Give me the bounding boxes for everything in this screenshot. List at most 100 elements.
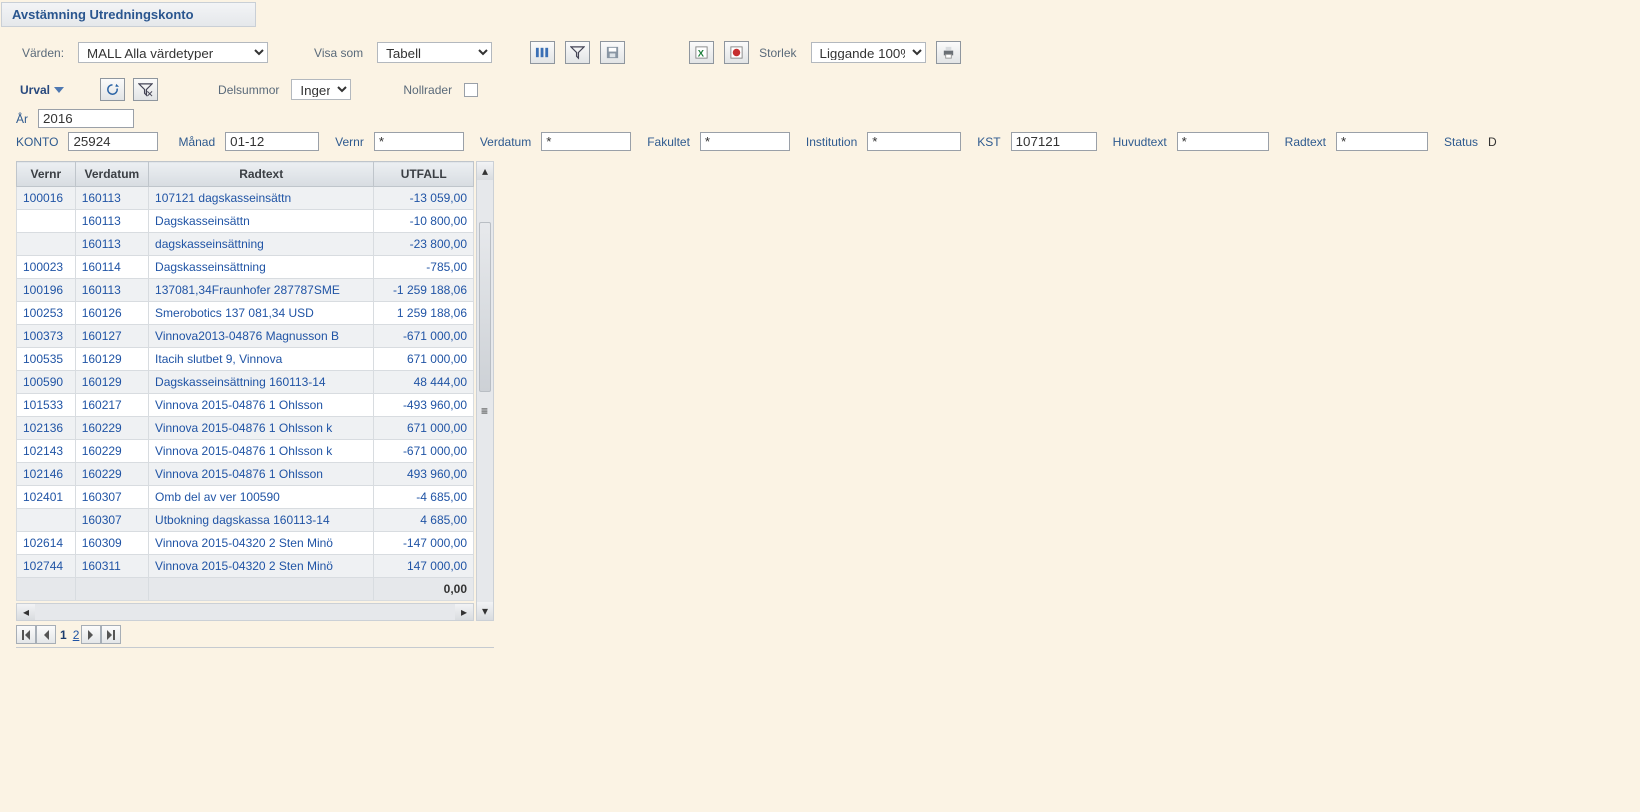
cell-vernr[interactable]: 102614 (23, 536, 63, 550)
scroll-thumb[interactable] (479, 222, 491, 392)
cell-verdatum[interactable]: 160311 (82, 559, 121, 573)
cell-radtext[interactable]: Vinnova2013-04876 Magnusson B (155, 329, 339, 343)
table-row[interactable]: 100373 160127 Vinnova2013-04876 Magnusson … (17, 325, 474, 348)
export-excel-icon[interactable]: X (689, 41, 714, 64)
print-icon[interactable] (936, 41, 961, 64)
cell-verdatum[interactable]: 160217 (82, 398, 122, 412)
table-row[interactable]: 160113Dagskasseinsättn-10 800,00 (17, 210, 474, 233)
table-row[interactable]: 102136 160229 Vinnova 2015-04876 1 Ohlsson… (17, 417, 474, 440)
cell-verdatum[interactable]: 160126 (82, 306, 122, 320)
cell-vernr[interactable]: 100023 (23, 260, 63, 274)
table-row[interactable]: 100253160126Smerobotics 137 081,34 USD1 … (17, 302, 474, 325)
cell-verdatum[interactable]: 160129 (82, 352, 122, 366)
ar-input[interactable] (38, 109, 134, 128)
cell-vernr[interactable]: 102146 (23, 467, 63, 481)
radtext-input[interactable] (1336, 132, 1428, 151)
cell-radtext[interactable]: Omb del av ver 100590 (155, 490, 280, 504)
page-link-2[interactable]: 2 (71, 628, 82, 642)
kst-input[interactable] (1011, 132, 1097, 151)
visasom-select[interactable]: Tabell (377, 42, 492, 63)
table-row[interactable]: 101533 160217 Vinnova 2015-04876 1 Ohlsson… (17, 394, 474, 417)
cell-vernr[interactable]: 102136 (23, 421, 63, 435)
vernr-input[interactable] (374, 132, 464, 151)
table-row[interactable]: 100590 160129 Dagskasseinsättning 160113-1… (17, 371, 474, 394)
cell-radtext[interactable]: 107121 dagskasseinsättn (155, 191, 291, 205)
cell-verdatum[interactable]: 160113 (82, 191, 121, 205)
cell-radtext[interactable]: Dagskasseinsättning 160113-14 (155, 375, 326, 389)
cell-vernr[interactable]: 100253 (23, 306, 63, 320)
col-verdatum[interactable]: Verdatum (75, 162, 148, 187)
manad-input[interactable] (225, 132, 319, 151)
columns-icon[interactable] (530, 41, 555, 64)
varden-select[interactable]: MALL Alla värdetyper (78, 42, 268, 63)
cell-radtext[interactable]: Smerobotics 137 081,34 USD (155, 306, 314, 320)
cell-radtext[interactable]: Vinnova 2015-04876 1 Ohlsson (155, 467, 323, 481)
cell-verdatum[interactable]: 160309 (82, 536, 122, 550)
table-row[interactable]: 160113dagskasseinsättning-23 800,00 (17, 233, 474, 256)
cell-vernr[interactable]: 102143 (23, 444, 63, 458)
save-icon[interactable] (600, 41, 625, 64)
table-row[interactable]: 100535160129Itacih slutbet 9, Vinnova671… (17, 348, 474, 371)
konto-input[interactable] (68, 132, 158, 151)
scroll-left-icon[interactable]: ◂ (17, 604, 35, 620)
funnel-clear-icon[interactable] (133, 78, 158, 101)
cell-verdatum[interactable]: 160129 (82, 375, 122, 389)
col-vernr[interactable]: Vernr (17, 162, 76, 187)
cell-vernr[interactable]: 102744 (23, 559, 63, 573)
table-row[interactable]: 100016160113107121 dagskasseinsättn-13 0… (17, 187, 474, 210)
cell-radtext[interactable]: dagskasseinsättning (155, 237, 264, 251)
table-row[interactable]: 102143 160229 Vinnova 2015-04876 1 Ohlsson… (17, 440, 474, 463)
cell-verdatum[interactable]: 160229 (82, 467, 122, 481)
huvudtext-input[interactable] (1177, 132, 1269, 151)
institution-input[interactable] (867, 132, 961, 151)
page-prev-icon[interactable] (36, 625, 56, 644)
cell-vernr[interactable]: 101533 (23, 398, 63, 412)
page-last-icon[interactable] (101, 625, 121, 644)
cell-radtext[interactable]: Utbokning dagskassa 160113-14 (155, 513, 330, 527)
cell-radtext[interactable]: Vinnova 2015-04876 1 Ohlsson k (155, 421, 332, 435)
vertical-scrollbar[interactable]: ▴ ≡ ▾ (476, 161, 494, 621)
cell-vernr[interactable]: 100590 (23, 375, 63, 389)
cell-radtext[interactable]: Vinnova 2015-04320 2 Sten Minö (155, 536, 333, 550)
cell-radtext[interactable]: Vinnova 2015-04876 1 Ohlsson k (155, 444, 332, 458)
verdatum-input[interactable] (541, 132, 631, 151)
cell-radtext[interactable]: Vinnova 2015-04876 1 Ohlsson (155, 398, 323, 412)
table-row[interactable]: 100023160114Dagskasseinsättning-785,00 (17, 256, 474, 279)
cell-verdatum[interactable]: 160113 (82, 214, 121, 228)
scroll-down-icon[interactable]: ▾ (477, 602, 493, 620)
cell-verdatum[interactable]: 160113 (82, 283, 121, 297)
scroll-right-icon[interactable]: ▸ (455, 604, 473, 620)
cell-vernr[interactable]: 100535 (23, 352, 63, 366)
cell-vernr[interactable]: 100373 (23, 329, 63, 343)
cell-radtext[interactable]: Dagskasseinsättning (155, 260, 266, 274)
urval-toggle[interactable]: Urval (16, 79, 70, 101)
table-row[interactable]: 100196 160113 137081,34Fraunhofer 287787SM… (17, 279, 474, 302)
cell-verdatum[interactable]: 160229 (82, 444, 122, 458)
cell-verdatum[interactable]: 160113 (82, 237, 121, 251)
cell-vernr[interactable]: 100016 (23, 191, 63, 205)
storlek-select[interactable]: Liggande 100% (811, 42, 926, 63)
cell-vernr[interactable]: 102401 (23, 490, 63, 504)
horizontal-scrollbar[interactable]: ◂ ▸ (16, 603, 474, 621)
delsummor-select[interactable]: Ingen (291, 79, 351, 100)
table-row[interactable]: 160307Utbokning dagskassa 160113-144 685… (17, 509, 474, 532)
cell-radtext[interactable]: 137081,34Fraunhofer 287787SME (155, 283, 340, 297)
col-radtext[interactable]: Radtext (149, 162, 374, 187)
cell-radtext[interactable]: Dagskasseinsättn (155, 214, 250, 228)
export-pdf-icon[interactable] (724, 41, 749, 64)
table-row[interactable]: 102744160311Vinnova 2015-04320 2 Sten Mi… (17, 555, 474, 578)
cell-verdatum[interactable]: 160127 (82, 329, 122, 343)
cell-verdatum[interactable]: 160307 (82, 513, 122, 527)
page-next-icon[interactable] (81, 625, 101, 644)
refresh-icon[interactable] (100, 78, 125, 101)
cell-vernr[interactable]: 100196 (23, 283, 63, 297)
cell-verdatum[interactable]: 160114 (82, 260, 121, 274)
funnel-icon[interactable] (565, 41, 590, 64)
table-row[interactable]: 102614 160309 Vinnova 2015-04320 2 Sten Mi… (17, 532, 474, 555)
page-first-icon[interactable] (16, 625, 36, 644)
table-row[interactable]: 102401160307Omb del av ver 100590-4 685,… (17, 486, 474, 509)
scroll-up-icon[interactable]: ▴ (477, 162, 493, 180)
cell-verdatum[interactable]: 160229 (82, 421, 122, 435)
cell-radtext[interactable]: Itacih slutbet 9, Vinnova (155, 352, 282, 366)
fakultet-input[interactable] (700, 132, 790, 151)
